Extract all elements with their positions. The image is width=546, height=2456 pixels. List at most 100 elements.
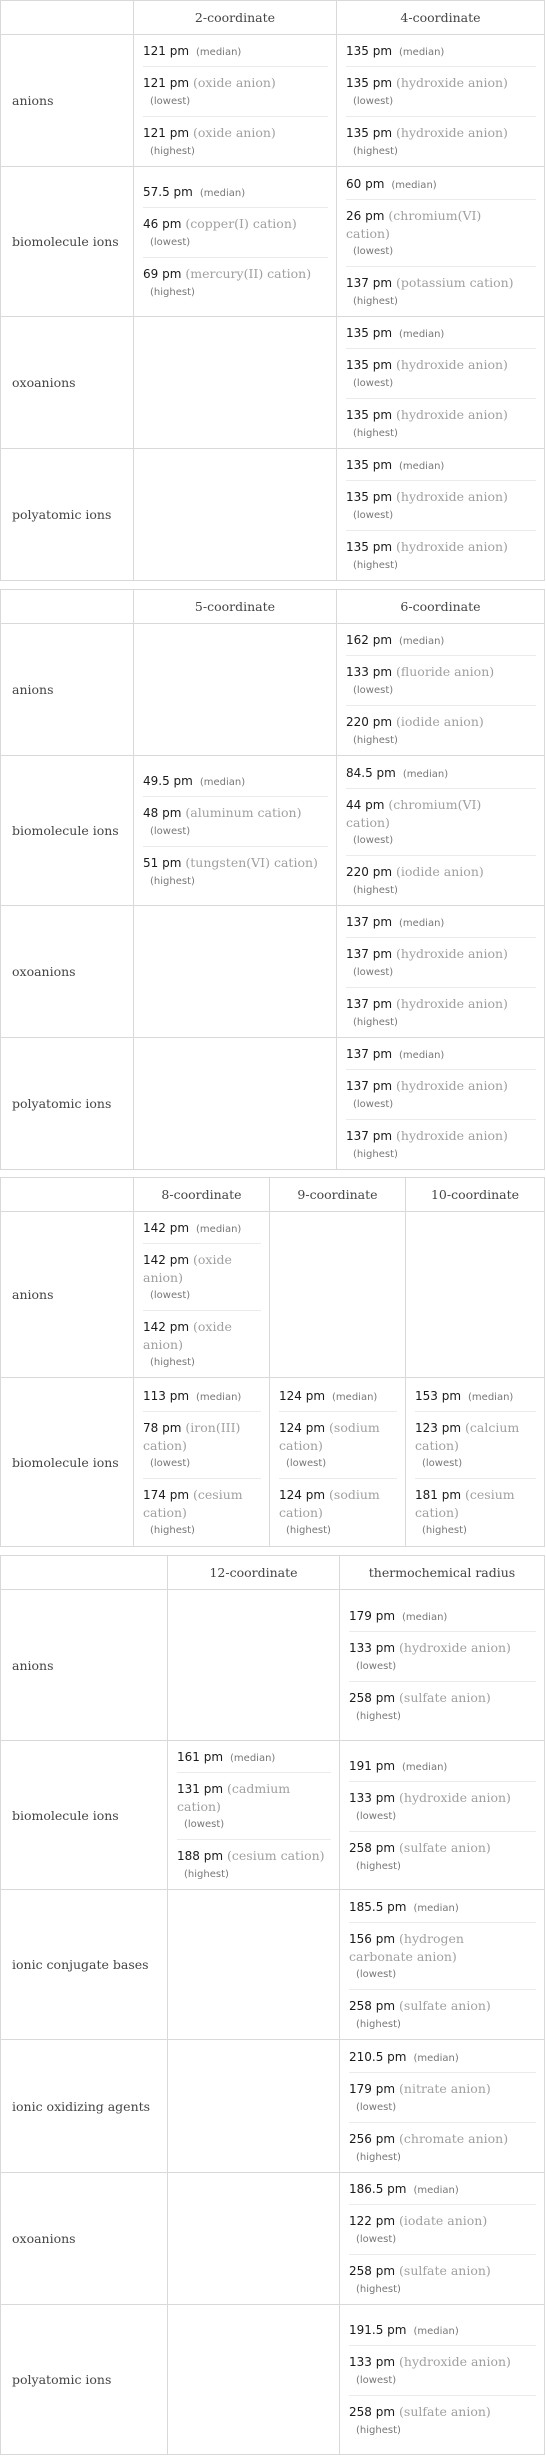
lowest-ion-name: (iodate anion) xyxy=(399,2213,488,2228)
lowest-tag: (lowest) xyxy=(353,96,394,107)
row-label: biomolecule ions xyxy=(0,1377,134,1547)
lowest-ion-name: (fluoride anion) xyxy=(396,664,495,679)
value-cell: 57.5 pm (median) 46 pm (copper(I) cation) (… xyxy=(133,166,337,317)
median-tag: (median) xyxy=(399,329,445,340)
column-header: 5-coordinate xyxy=(133,589,337,624)
lowest-entry: 133 pm (hydroxide anion) (lowest) xyxy=(349,2346,536,2396)
highest-ion-name: (iodide anion) xyxy=(396,863,484,879)
value-cell: 135 pm (median) 135 pm (hydroxide anion) (l… xyxy=(336,316,545,449)
median-entry: 135 pm (median) xyxy=(346,317,536,349)
value-cell: 135 pm (median) 135 pm (hydroxide anion) (l… xyxy=(336,448,545,581)
median-value: 137 pm xyxy=(346,915,393,929)
median-entry: 135 pm (median) xyxy=(346,35,536,67)
lowest-tag: (lowest) xyxy=(422,1457,463,1469)
highest-entry: 258 pm (sulfate anion) (highest) xyxy=(349,1832,536,1881)
lowest-ion-name: (hydroxide anion) xyxy=(396,357,508,372)
lowest-entry: 135 pm (hydroxide anion) (lowest) xyxy=(346,481,536,531)
lowest-value: 133 pm xyxy=(349,2355,396,2369)
median-value: 161 pm xyxy=(177,1750,224,1764)
lowest-entry: 26 pm (chromium(VI) cation) (lowest) xyxy=(346,200,536,267)
row-label: biomolecule ions xyxy=(0,755,134,906)
empty-cell xyxy=(133,448,337,581)
column-header: 9-coordinate xyxy=(269,1177,406,1212)
highest-entry: 256 pm (chromate anion) (highest) xyxy=(349,2123,536,2172)
header-row: 8-coordinate 9-coordinate 10-coordinate xyxy=(0,1177,545,1212)
header-row: 12-coordinate thermochemical radius xyxy=(0,1555,545,1590)
lowest-ion-name: (hydroxide anion) xyxy=(396,75,508,90)
highest-stack: 121 pm (oxide anion) (highest) xyxy=(143,124,276,160)
lowest-tag: (lowest) xyxy=(353,378,394,389)
lowest-ion-name: (hydroxide anion) xyxy=(396,1078,508,1093)
highest-value: 220 pm xyxy=(346,715,393,729)
median-entry: 57.5 pm (median) xyxy=(143,176,328,208)
highest-entry: 137 pm (hydroxide anion) (highest) xyxy=(346,1120,536,1169)
highest-tag: (highest) xyxy=(356,2018,401,2030)
highest-ion-name: (hydroxide anion) xyxy=(396,407,508,422)
table-row: polyatomic ions 191.5 pm (median) 133 pm (h… xyxy=(0,2304,545,2455)
lowest-value: 123 pm xyxy=(415,1420,462,1435)
highest-tag: (highest) xyxy=(353,1017,398,1028)
value-cell: 60 pm (median) 26 pm (chromium(VI) cation)… xyxy=(336,166,545,317)
median-value: 49.5 pm xyxy=(143,774,193,788)
highest-ion-name: (tungsten(VI) cation) xyxy=(185,855,318,870)
highest-value: 258 pm xyxy=(349,2405,396,2419)
median-tag: (median) xyxy=(399,461,445,472)
lowest-stack: 135 pm (hydroxide anion) (lowest) xyxy=(346,74,508,110)
median-entry: 121 pm (median) xyxy=(143,35,328,67)
highest-entry: 137 pm (potassium cation) (highest) xyxy=(346,267,536,316)
highest-entry: 121 pm (oxide anion) (highest) xyxy=(143,117,328,166)
lowest-stack: 133 pm (hydroxide anion) (lowest) xyxy=(349,1639,511,1675)
highest-tag: (highest) xyxy=(356,2284,401,2295)
table-row: polyatomic ions 135 pm (median) 135 pm (hyd… xyxy=(0,448,545,581)
radius-table-3: 8-coordinate 9-coordinate 10-coordinate ani… xyxy=(0,1177,545,1547)
lowest-ion-name: (hydroxide anion) xyxy=(396,489,508,504)
table-row: anions 142 pm (median) 142 pm (oxide anion)… xyxy=(0,1211,545,1378)
highest-entry: 188 pm (cesium cation) (highest) xyxy=(177,1840,331,1889)
highest-ion-name: (oxide anion) xyxy=(193,125,276,140)
lowest-stack: 26 pm (chromium(VI) cation) (lowest) xyxy=(346,207,521,260)
highest-entry: 135 pm (hydroxide anion) (highest) xyxy=(346,399,536,448)
median-entry: 161 pm (median) xyxy=(177,1741,331,1773)
lowest-stack: 156 pm (hydrogen carbonate anion) (lowest… xyxy=(349,1930,514,1983)
highest-value: 135 pm xyxy=(346,408,393,422)
row-label: oxoanions xyxy=(0,316,134,449)
highest-stack: 124 pm (sodium cation) (highest) xyxy=(279,1486,394,1539)
column-header: 2-coordinate xyxy=(133,0,337,35)
value-cell: 137 pm (median) 137 pm (hydroxide anion) (l… xyxy=(336,1037,545,1170)
highest-stack: 258 pm (sulfate anion) (highest) xyxy=(349,1839,491,1875)
highest-stack: 137 pm (potassium cation) (highest) xyxy=(346,274,514,310)
highest-entry: 258 pm (sulfate anion) (highest) xyxy=(349,2396,536,2445)
column-header: thermochemical radius xyxy=(339,1555,545,1590)
row-label: anions xyxy=(0,1211,134,1378)
header-row: 5-coordinate 6-coordinate xyxy=(0,589,545,624)
lowest-value: 46 pm xyxy=(143,217,182,231)
highest-ion-name: (cesium cation) xyxy=(227,1848,325,1863)
highest-ion-name: (hydroxide anion) xyxy=(396,996,508,1011)
lowest-ion-name: (aluminum cation) xyxy=(185,805,302,820)
median-value: 135 pm xyxy=(346,458,393,472)
highest-tag: (highest) xyxy=(356,1860,401,1872)
highest-value: 51 pm xyxy=(143,856,182,870)
lowest-tag: (lowest) xyxy=(353,834,394,846)
lowest-value: 137 pm xyxy=(346,947,393,961)
median-entry: 84.5 pm (median) xyxy=(346,757,536,789)
lowest-stack: 48 pm (aluminum cation) (lowest) xyxy=(143,804,301,840)
highest-tag: (highest) xyxy=(356,2151,401,2163)
lowest-stack: 137 pm (hydroxide anion) (lowest) xyxy=(346,945,508,981)
median-entry: 135 pm (median) xyxy=(346,449,536,481)
median-value: 60 pm xyxy=(346,176,385,191)
value-cell: 153 pm (median) 123 pm (calcium cation) (lo… xyxy=(405,1377,545,1547)
lowest-entry: 48 pm (aluminum cation) (lowest) xyxy=(143,797,328,847)
value-cell: 84.5 pm (median) 44 pm (chromium(VI) catio… xyxy=(336,755,545,906)
lowest-tag: (lowest) xyxy=(356,2234,397,2245)
lowest-value: 122 pm xyxy=(349,2214,396,2228)
highest-tag: (highest) xyxy=(353,735,398,746)
median-tag: (median) xyxy=(413,2052,459,2064)
highest-stack: 258 pm (sulfate anion) (highest) xyxy=(349,1997,491,2033)
median-entry: 162 pm (median) xyxy=(346,624,536,656)
lowest-value: 135 pm xyxy=(346,490,393,504)
highest-value: 174 pm xyxy=(143,1487,190,1502)
median-value: 210.5 pm xyxy=(349,2049,407,2064)
lowest-value: 44 pm xyxy=(346,797,385,812)
highest-tag: (highest) xyxy=(356,1710,401,1722)
